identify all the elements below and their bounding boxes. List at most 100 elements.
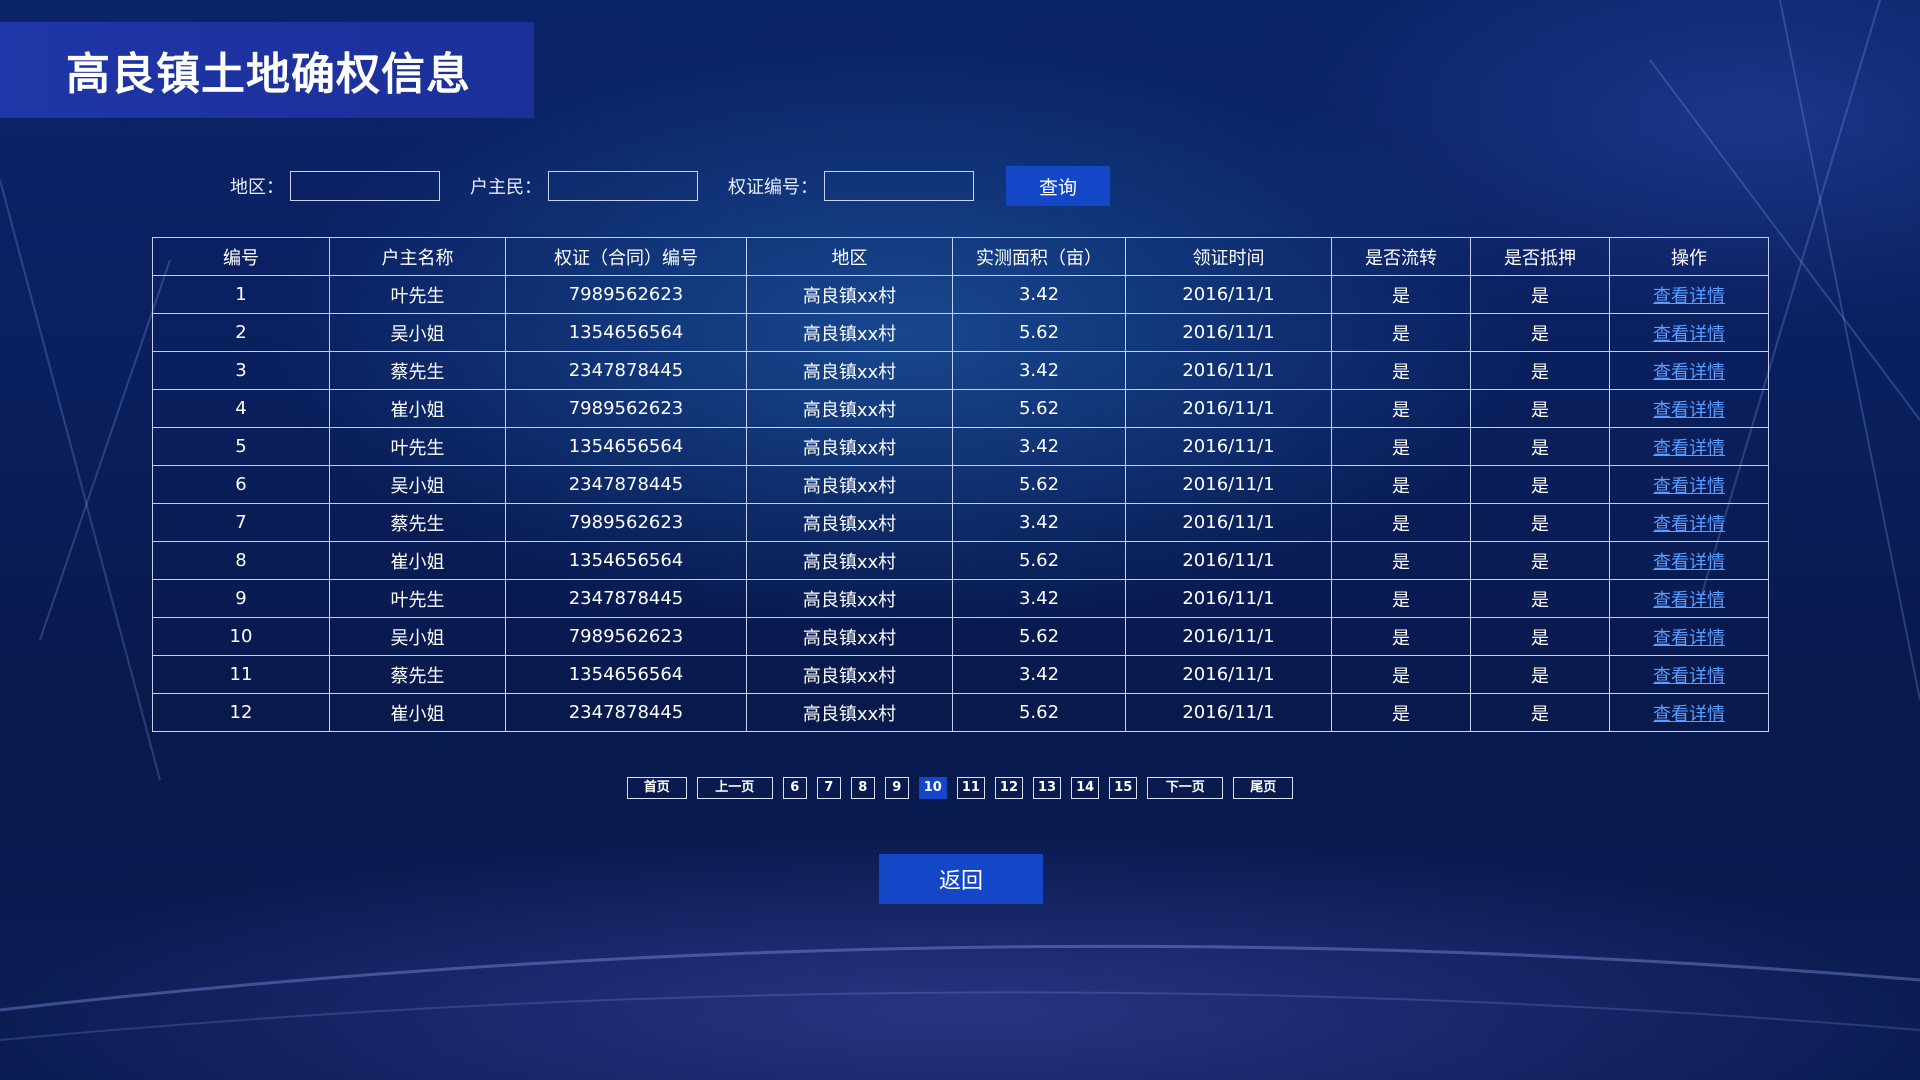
page-number-button[interactable]: 15 bbox=[1109, 777, 1138, 799]
view-details-link[interactable]: 查看详情 bbox=[1653, 286, 1725, 307]
table-cell: 5.62 bbox=[952, 389, 1126, 428]
table-cell: 吴小姐 bbox=[329, 313, 506, 352]
action-cell: 查看详情 bbox=[1609, 655, 1769, 694]
back-button[interactable]: 返回 bbox=[879, 854, 1043, 904]
table-cell: 7989562623 bbox=[505, 617, 747, 656]
table-cell: 高良镇xx村 bbox=[746, 465, 953, 504]
table-cell: 是 bbox=[1331, 579, 1471, 618]
view-details-link[interactable]: 查看详情 bbox=[1653, 438, 1725, 459]
page-number-button[interactable]: 14 bbox=[1071, 777, 1100, 799]
prev-page-button[interactable]: 上一页 bbox=[696, 777, 773, 799]
table-cell: 是 bbox=[1470, 617, 1610, 656]
table-row: 1 叶先生 7989562623 高良镇xx村 3.42 2016/11/1 是是查看详情 bbox=[152, 275, 1769, 314]
table-cell: 是 bbox=[1331, 617, 1471, 656]
table-cell: 2016/11/1 bbox=[1125, 617, 1332, 656]
column-header: 权证（合同）编号 bbox=[505, 237, 747, 276]
table-cell: 高良镇xx村 bbox=[746, 693, 953, 732]
region-input[interactable] bbox=[290, 171, 440, 201]
column-header: 地区 bbox=[746, 237, 953, 276]
table-header-row: 编号 户主名称 权证（合同）编号 地区 实测面积（亩） 领证时间 是否流转 是否抵押 操作 bbox=[152, 237, 1769, 276]
view-details-link[interactable]: 查看详情 bbox=[1653, 514, 1725, 535]
table-cell: 7989562623 bbox=[505, 503, 747, 542]
last-page-button[interactable]: 尾页 bbox=[1233, 777, 1294, 799]
table-cell: 2016/11/1 bbox=[1125, 389, 1332, 428]
table-cell: 5 bbox=[152, 427, 330, 466]
owner-input[interactable] bbox=[548, 171, 698, 201]
table-cell: 高良镇xx村 bbox=[746, 503, 953, 542]
view-details-link[interactable]: 查看详情 bbox=[1653, 552, 1725, 573]
table-cell: 2347878445 bbox=[505, 465, 747, 504]
table-cell: 高良镇xx村 bbox=[746, 541, 953, 580]
page-number-button[interactable]: 11 bbox=[956, 777, 985, 799]
table-cell: 2016/11/1 bbox=[1125, 579, 1332, 618]
table-cell: 崔小姐 bbox=[329, 541, 506, 580]
action-cell: 查看详情 bbox=[1609, 617, 1769, 656]
page-number-button[interactable]: 7 bbox=[816, 777, 841, 799]
table-cell: 11 bbox=[152, 655, 330, 694]
table-cell: 5.62 bbox=[952, 465, 1126, 504]
view-details-link[interactable]: 查看详情 bbox=[1653, 476, 1725, 497]
table-cell: 是 bbox=[1470, 579, 1610, 618]
view-details-link[interactable]: 查看详情 bbox=[1653, 400, 1725, 421]
column-header: 户主名称 bbox=[329, 237, 506, 276]
table-cell: 叶先生 bbox=[329, 427, 506, 466]
view-details-link[interactable]: 查看详情 bbox=[1653, 704, 1725, 725]
table-cell: 是 bbox=[1331, 275, 1471, 314]
page-number-button[interactable]: 9 bbox=[884, 777, 909, 799]
cert-number-input[interactable] bbox=[824, 171, 974, 201]
first-page-button[interactable]: 首页 bbox=[626, 777, 687, 799]
table-cell: 10 bbox=[152, 617, 330, 656]
table-cell: 2016/11/1 bbox=[1125, 693, 1332, 732]
table-row: 12 崔小姐 2347878445 高良镇xx村 5.62 2016/11/1 是是查看详情 bbox=[152, 693, 1769, 732]
action-cell: 查看详情 bbox=[1609, 313, 1769, 352]
table-cell: 是 bbox=[1331, 389, 1471, 428]
table-cell: 1354656564 bbox=[505, 541, 747, 580]
view-details-link[interactable]: 查看详情 bbox=[1653, 362, 1725, 383]
next-page-button[interactable]: 下一页 bbox=[1147, 777, 1224, 799]
region-label: 地区： bbox=[230, 177, 284, 198]
table-cell: 高良镇xx村 bbox=[746, 389, 953, 428]
table-cell: 是 bbox=[1470, 655, 1610, 694]
column-header: 实测面积（亩） bbox=[952, 237, 1126, 276]
table-cell: 是 bbox=[1470, 313, 1610, 352]
table-cell: 2016/11/1 bbox=[1125, 655, 1332, 694]
view-details-link[interactable]: 查看详情 bbox=[1653, 628, 1725, 649]
table-cell: 叶先生 bbox=[329, 275, 506, 314]
land-rights-table: 编号 户主名称 权证（合同）编号 地区 实测面积（亩） 领证时间 是否流转 是否抵押 操作 1叶… bbox=[152, 237, 1769, 732]
query-button[interactable]: 查询 bbox=[1006, 166, 1110, 206]
page-number-button[interactable]: 8 bbox=[850, 777, 875, 799]
view-details-link[interactable]: 查看详情 bbox=[1653, 590, 1725, 611]
table-cell: 是 bbox=[1470, 351, 1610, 390]
table-cell: 2016/11/1 bbox=[1125, 275, 1332, 314]
action-cell: 查看详情 bbox=[1609, 693, 1769, 732]
view-details-link[interactable]: 查看详情 bbox=[1653, 324, 1725, 345]
table-cell: 2016/11/1 bbox=[1125, 351, 1332, 390]
table-row: 2 吴小姐 1354656564 高良镇xx村 5.62 2016/11/1 是是查看详情 bbox=[152, 313, 1769, 352]
page-number-button[interactable]: 6 bbox=[782, 777, 807, 799]
page-number-button[interactable]: 10 bbox=[918, 777, 947, 799]
table-cell: 3.42 bbox=[952, 655, 1126, 694]
column-header: 操作 bbox=[1609, 237, 1769, 276]
view-details-link[interactable]: 查看详情 bbox=[1653, 666, 1725, 687]
column-header: 是否流转 bbox=[1331, 237, 1471, 276]
table-cell: 3.42 bbox=[952, 503, 1126, 542]
table-cell: 2347878445 bbox=[505, 351, 747, 390]
page-number-button[interactable]: 12 bbox=[994, 777, 1023, 799]
table-cell: 1354656564 bbox=[505, 427, 747, 466]
table-cell: 5.62 bbox=[952, 541, 1126, 580]
table-row: 3 蔡先生 2347878445 高良镇xx村 3.42 2016/11/1 是是查看详情 bbox=[152, 351, 1769, 390]
table-row: 10 吴小姐 7989562623 高良镇xx村 5.62 2016/11/1 是是查看详情 bbox=[152, 617, 1769, 656]
page-number-button[interactable]: 13 bbox=[1033, 777, 1062, 799]
table-cell: 8 bbox=[152, 541, 330, 580]
table-cell: 2347878445 bbox=[505, 693, 747, 732]
table-cell: 3.42 bbox=[952, 427, 1126, 466]
column-header: 编号 bbox=[152, 237, 330, 276]
table-cell: 3 bbox=[152, 351, 330, 390]
table-cell: 1 bbox=[152, 275, 330, 314]
title-banner: 高良镇土地确权信息 bbox=[0, 22, 534, 118]
table-cell: 是 bbox=[1331, 313, 1471, 352]
column-header: 领证时间 bbox=[1125, 237, 1332, 276]
search-bar: 地区： 户主民： 权证编号： 查询 bbox=[230, 166, 1110, 206]
table-cell: 蔡先生 bbox=[329, 503, 506, 542]
table-cell: 是 bbox=[1331, 427, 1471, 466]
